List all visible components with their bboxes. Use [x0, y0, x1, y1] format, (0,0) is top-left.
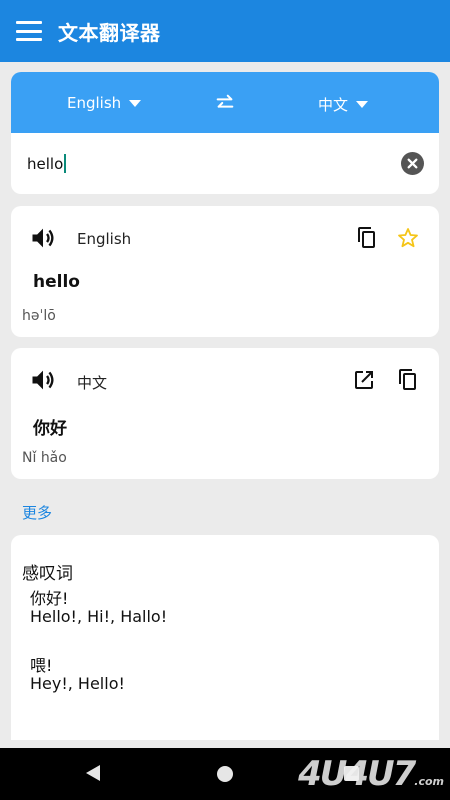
- dictionary-translations: Hey!, Hello!: [30, 674, 125, 693]
- system-nav-bar: 4U4U7.com: [0, 748, 450, 800]
- target-language-select[interactable]: 中文: [318, 94, 369, 115]
- dictionary-word: 你好!: [30, 589, 69, 608]
- target-result-language: 中文: [77, 374, 108, 392]
- source-language-label: English: [67, 94, 122, 112]
- watermark-text: 4U4U7: [298, 754, 416, 794]
- language-bar: English 中文: [11, 72, 439, 133]
- target-result-text: 你好: [33, 419, 67, 439]
- speaker-icon[interactable]: [29, 366, 57, 394]
- text-input[interactable]: hello: [27, 154, 67, 173]
- star-icon[interactable]: [396, 226, 420, 250]
- copy-icon[interactable]: [355, 226, 379, 250]
- source-result-phonetic: həˈlō: [22, 308, 56, 324]
- source-result-text: hello: [33, 272, 80, 292]
- watermark-logo: 4U4U7.com: [298, 754, 444, 794]
- back-icon[interactable]: [86, 765, 100, 781]
- text-cursor: [64, 154, 67, 173]
- target-result-card: 中文 你好 Nǐ hǎo: [11, 348, 439, 479]
- app-bar: 文本翻译器: [0, 0, 450, 62]
- open-external-icon[interactable]: [352, 368, 376, 392]
- part-of-speech: 感叹词: [22, 564, 73, 584]
- speaker-icon[interactable]: [29, 224, 57, 252]
- caret-down-icon: [356, 101, 369, 108]
- target-result-phonetic: Nǐ hǎo: [22, 450, 67, 466]
- dictionary-translations: Hello!, Hi!, Hallo!: [30, 607, 168, 626]
- app-title: 文本翻译器: [58, 20, 161, 45]
- swap-icon[interactable]: [214, 92, 236, 114]
- copy-icon[interactable]: [396, 368, 420, 392]
- target-language-label: 中文: [318, 96, 349, 114]
- source-language-select[interactable]: English: [67, 94, 142, 112]
- menu-icon[interactable]: [16, 21, 42, 41]
- dictionary-word: 喂!: [30, 656, 53, 675]
- source-result-card: English hello həˈlō: [11, 206, 439, 337]
- caret-down-icon: [129, 99, 142, 107]
- more-link[interactable]: 更多: [22, 502, 52, 523]
- text-input-value: hello: [27, 154, 64, 173]
- dictionary-card: 感叹词 你好! Hello!, Hi!, Hallo! 喂! Hey!, Hel…: [11, 535, 439, 740]
- home-icon[interactable]: [217, 766, 233, 782]
- clear-icon[interactable]: [401, 152, 424, 175]
- input-row: hello: [11, 133, 439, 194]
- translation-input-card: English 中文 hello: [11, 72, 439, 194]
- watermark-suffix: .com: [414, 775, 444, 788]
- source-result-language: English: [77, 230, 132, 248]
